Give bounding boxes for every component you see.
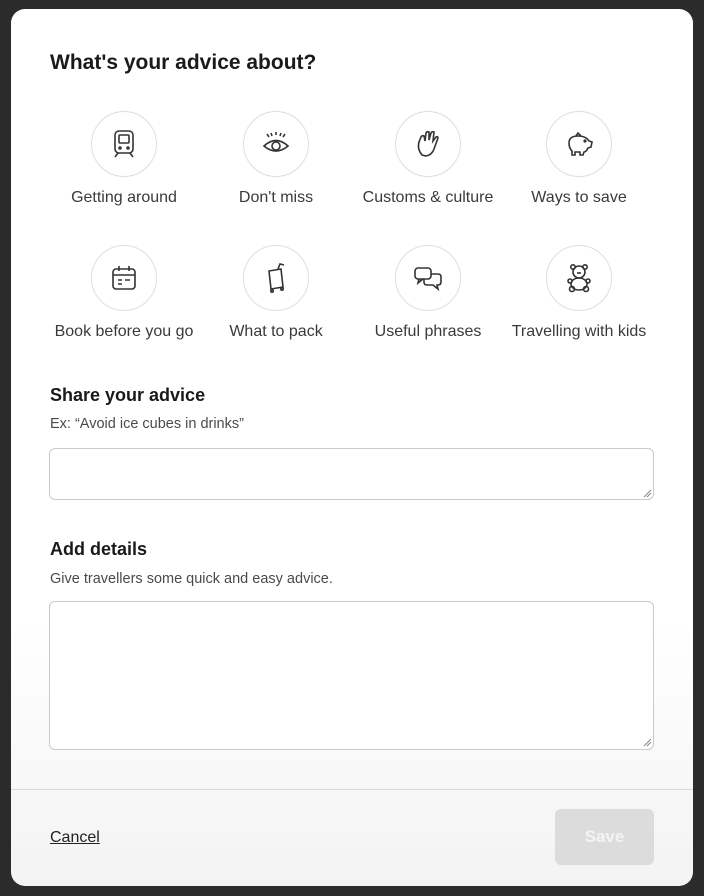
category-label: Don't miss	[238, 189, 314, 206]
category-label: What to pack	[229, 323, 323, 340]
piggy-bank-icon	[546, 111, 612, 177]
category-label: Travelling with kids	[511, 323, 647, 340]
category-dont-miss[interactable]: Don't miss	[201, 111, 351, 207]
resize-handle-icon[interactable]	[642, 737, 652, 747]
share-advice-hint: Ex: “Avoid ice cubes in drinks”	[50, 416, 244, 432]
resize-handle-icon[interactable]	[642, 488, 652, 498]
save-button[interactable]: Save	[555, 809, 654, 865]
category-label: Getting around	[71, 189, 177, 206]
category-useful-phrases[interactable]: Useful phrases	[353, 245, 503, 341]
category-what-to-pack[interactable]: What to pack	[201, 245, 351, 341]
waving-hand-icon	[395, 111, 461, 177]
dialog-title: What's your advice about?	[50, 51, 317, 74]
add-details-hint: Give travellers some quick and easy advi…	[50, 571, 333, 587]
share-advice-input[interactable]	[49, 448, 654, 500]
add-details-textarea[interactable]	[49, 601, 654, 750]
teddy-bear-icon	[546, 245, 612, 311]
train-icon	[91, 111, 157, 177]
eye-icon	[243, 111, 309, 177]
category-customs-culture[interactable]: Customs & culture	[353, 111, 503, 207]
category-getting-around[interactable]: Getting around	[49, 111, 199, 207]
cancel-link[interactable]: Cancel	[50, 829, 100, 847]
share-advice-title: Share your advice	[50, 385, 206, 405]
category-label: Book before you go	[54, 323, 194, 340]
speech-bubbles-icon	[395, 245, 461, 311]
footer-divider	[11, 789, 693, 790]
category-travelling-with-kids[interactable]: Travelling with kids	[504, 245, 654, 341]
calendar-icon	[91, 245, 157, 311]
category-ways-to-save[interactable]: Ways to save	[504, 111, 654, 207]
advice-dialog: What's your advice about? Getting around…	[11, 9, 693, 886]
category-label: Customs & culture	[362, 189, 494, 206]
luggage-icon	[243, 245, 309, 311]
add-details-title: Add details	[50, 539, 148, 559]
category-label: Useful phrases	[374, 323, 482, 340]
category-book-before-you-go[interactable]: Book before you go	[49, 245, 199, 341]
category-label: Ways to save	[531, 189, 627, 206]
